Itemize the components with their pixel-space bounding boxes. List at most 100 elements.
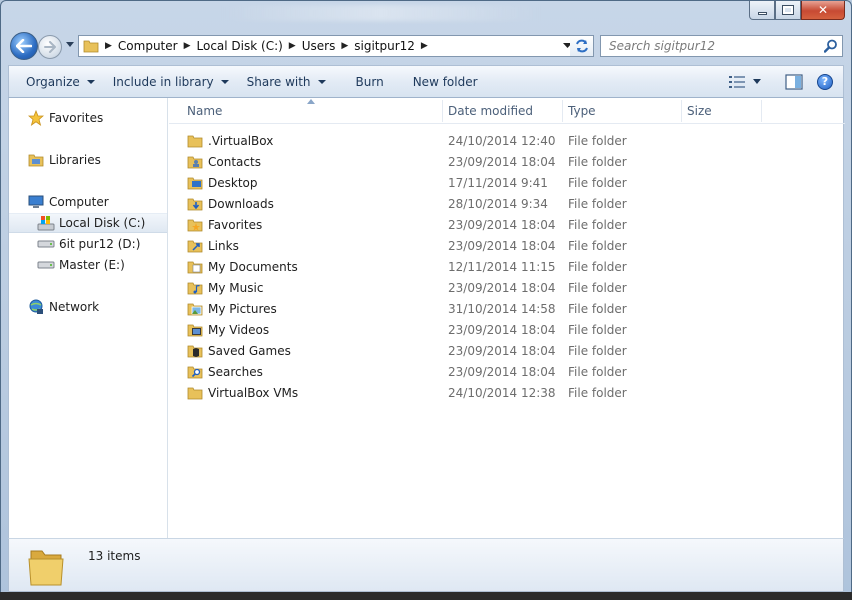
column-header-type[interactable]: Type	[568, 98, 681, 124]
file-name: Searches	[208, 364, 263, 379]
file-name: VirtualBox VMs	[208, 385, 299, 400]
sidebar-item-libraries[interactable]: Libraries	[9, 150, 167, 170]
arrow-right-icon	[44, 41, 56, 53]
type-cell: File folder	[568, 238, 627, 253]
recent-pages-dropdown-icon[interactable]	[66, 42, 74, 48]
file-name-cell: VirtualBox VMs	[187, 382, 298, 403]
table-row[interactable]: Saved Games 23/09/2014 18:04 File folder	[169, 340, 845, 361]
command-bar-right: ?	[729, 66, 833, 97]
type-cell: File folder	[568, 343, 627, 358]
forward-button[interactable]	[38, 35, 62, 59]
sidebar-item-local-disk[interactable]: Local Disk (C:)	[9, 213, 167, 233]
table-row[interactable]: Searches 23/09/2014 18:04 File folder	[169, 361, 845, 382]
table-row[interactable]: My Pictures 31/10/2014 14:58 File folder	[169, 298, 845, 319]
column-divider[interactable]	[681, 100, 682, 122]
column-divider[interactable]	[442, 100, 443, 122]
details-pane: 13 items	[8, 538, 844, 592]
sidebar-item-label: Local Disk (C:)	[59, 216, 146, 230]
type-cell: File folder	[568, 385, 627, 400]
close-button[interactable]: ✕	[801, 1, 845, 20]
close-icon: ✕	[817, 3, 829, 17]
title-bar[interactable]	[221, 5, 541, 21]
new-folder-label: New folder	[412, 74, 478, 89]
table-row[interactable]: Contacts 23/09/2014 18:04 File folder	[169, 151, 845, 172]
file-name: Desktop	[208, 175, 258, 190]
column-header-name[interactable]: Name	[187, 98, 442, 124]
downloads-folder-icon	[187, 197, 203, 211]
search-box[interactable]	[600, 35, 843, 57]
breadcrumb-chevron-icon[interactable]: ▶	[421, 41, 428, 51]
breadcrumb-chevron-icon[interactable]: ▶	[289, 41, 296, 51]
date-modified-cell: 17/11/2014 9:41	[448, 175, 548, 190]
breadcrumb-chevron-icon[interactable]: ▶	[341, 41, 348, 51]
table-row[interactable]: VirtualBox VMs 24/10/2014 12:38 File folde…	[169, 382, 845, 403]
breadcrumb-computer[interactable]: Computer	[118, 39, 178, 53]
sidebar-item-drive-d[interactable]: 6it pur12 (D:)	[9, 234, 167, 254]
address-bar[interactable]: ▶ Computer ▶ Local Disk (C:) ▶ Users ▶ s…	[78, 35, 578, 57]
table-row[interactable]: Favorites 23/09/2014 18:04 File folder	[169, 214, 845, 235]
file-list[interactable]: Name Date modified Type Size .VirtualBox…	[169, 98, 845, 538]
pictures-folder-icon	[187, 302, 203, 316]
table-row[interactable]: .VirtualBox 24/10/2014 12:40 File folder	[169, 130, 845, 151]
favorites-folder-icon	[187, 218, 203, 232]
windows-drive-icon	[37, 214, 55, 232]
table-row[interactable]: My Documents 12/11/2014 11:15 File folder	[169, 256, 845, 277]
navigation-pane[interactable]: Favorites Libraries Computer Local Disk …	[9, 98, 168, 538]
breadcrumb-users[interactable]: Users	[302, 39, 336, 53]
organize-button[interactable]: Organize	[9, 66, 104, 97]
file-name-cell: Contacts	[187, 151, 261, 172]
file-name-cell: Saved Games	[187, 340, 291, 361]
breadcrumb-chevron-icon[interactable]: ▶	[105, 41, 112, 51]
libraries-icon	[27, 151, 45, 169]
maximize-button[interactable]	[775, 1, 801, 20]
table-row[interactable]: Desktop 17/11/2014 9:41 File folder	[169, 172, 845, 193]
column-header-size[interactable]: Size	[687, 98, 761, 124]
search-icon[interactable]	[824, 39, 838, 53]
column-divider[interactable]	[562, 100, 563, 122]
sidebar-item-label: Favorites	[49, 111, 104, 125]
date-modified-cell: 23/09/2014 18:04	[448, 364, 556, 379]
sidebar-item-network[interactable]: Network	[9, 297, 167, 317]
share-with-button[interactable]: Share with	[238, 66, 335, 97]
sidebar-item-drive-e[interactable]: Master (E:)	[9, 255, 167, 275]
help-button[interactable]: ?	[817, 73, 833, 90]
file-name: My Videos	[208, 322, 270, 337]
sidebar-item-favorites[interactable]: Favorites	[9, 108, 167, 128]
type-cell: File folder	[568, 154, 627, 169]
back-button[interactable]	[10, 32, 38, 60]
date-modified-cell: 23/09/2014 18:04	[448, 280, 556, 295]
minimize-button[interactable]	[749, 1, 775, 20]
change-view-button[interactable]	[729, 75, 761, 88]
share-with-label: Share with	[246, 74, 311, 89]
file-name: Downloads	[208, 196, 274, 211]
type-cell: File folder	[568, 259, 627, 274]
file-name-cell: Downloads	[187, 193, 274, 214]
sidebar-item-computer[interactable]: Computer	[9, 192, 167, 212]
refresh-icon	[575, 39, 588, 53]
table-row[interactable]: My Videos 23/09/2014 18:04 File folder	[169, 319, 845, 340]
refresh-button[interactable]	[570, 35, 594, 57]
new-folder-button[interactable]: New folder	[393, 66, 487, 97]
column-header-date[interactable]: Date modified	[448, 98, 562, 124]
column-headers: Name Date modified Type Size	[169, 98, 845, 124]
search-input[interactable]	[609, 39, 814, 53]
breadcrumb-local-disk[interactable]: Local Disk (C:)	[197, 39, 283, 53]
sidebar-item-label: Libraries	[49, 153, 101, 167]
table-row[interactable]: Downloads 28/10/2014 9:34 File folder	[169, 193, 845, 214]
preview-pane-icon[interactable]	[785, 73, 803, 90]
breadcrumb-user-folder[interactable]: sigitpur12	[354, 39, 415, 53]
maximize-icon	[782, 5, 794, 15]
table-row[interactable]: Links 23/09/2014 18:04 File folder	[169, 235, 845, 256]
type-cell: File folder	[568, 217, 627, 232]
folder-icon	[83, 40, 99, 53]
taskbar-edge	[0, 592, 852, 600]
date-modified-cell: 23/09/2014 18:04	[448, 343, 556, 358]
videos-folder-icon	[187, 323, 203, 337]
column-divider[interactable]	[761, 100, 762, 122]
burn-button[interactable]: Burn	[335, 66, 393, 97]
include-in-library-button[interactable]: Include in library	[104, 66, 238, 97]
date-modified-cell: 12/11/2014 11:15	[448, 259, 556, 274]
table-row[interactable]: My Music 23/09/2014 18:04 File folder	[169, 277, 845, 298]
breadcrumb-chevron-icon[interactable]: ▶	[184, 41, 191, 51]
file-name-cell: My Music	[187, 277, 263, 298]
